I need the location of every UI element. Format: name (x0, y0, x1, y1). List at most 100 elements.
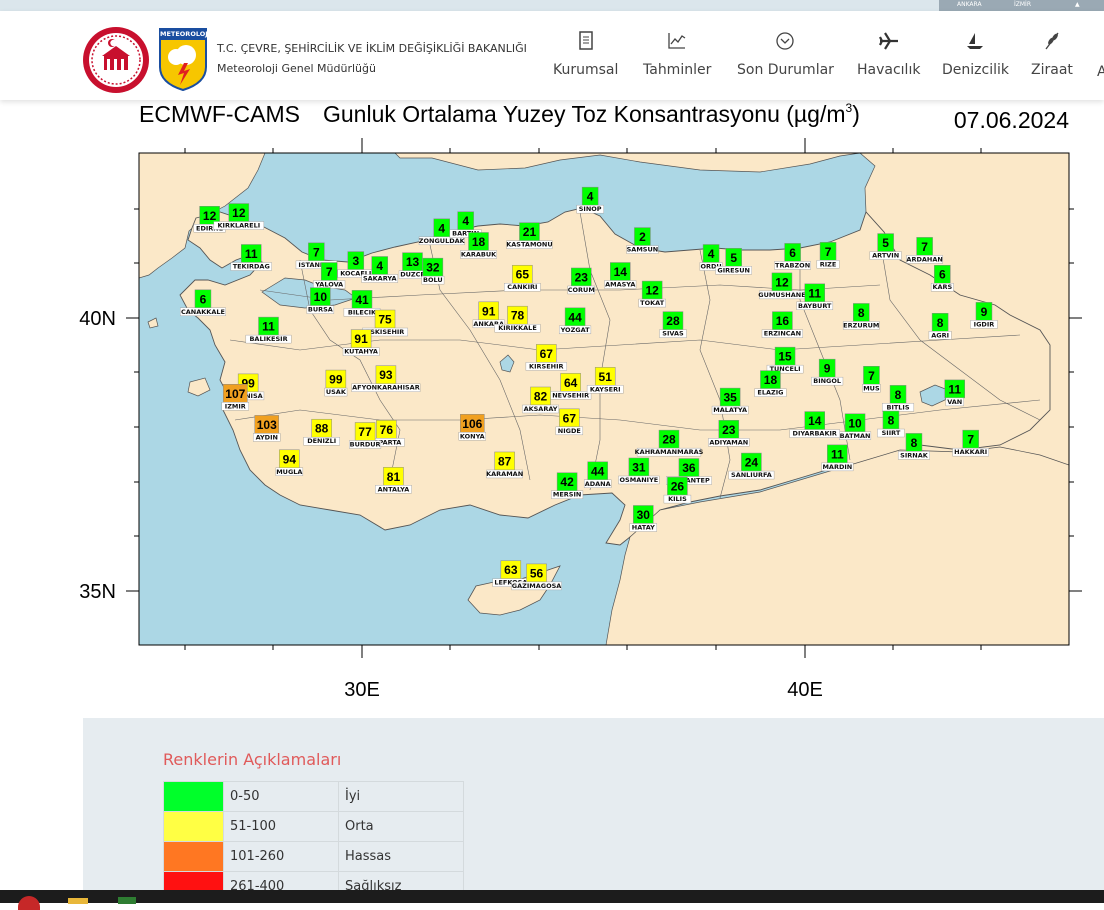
station-value: 106 (462, 417, 482, 431)
station-name: MERSIN (553, 491, 581, 499)
station-name: BITLIS (886, 403, 909, 411)
station-value: 21 (523, 225, 537, 239)
nav-havacilik[interactable]: Havacılık (857, 30, 920, 78)
station-name: CANKIRI (507, 283, 537, 291)
station-name: ARDAHAN (906, 255, 942, 263)
station-name: ESKISEHIR (366, 328, 405, 336)
ministry-seal-logo[interactable] (82, 26, 150, 94)
lon-label-30e: 30E (344, 679, 380, 701)
station-name: ELAZIG (757, 389, 783, 397)
legend-title: Renklerin Açıklamaları (163, 750, 342, 769)
nav-tahminler[interactable]: Tahminler (643, 30, 711, 78)
station-name: SAMSUN (627, 246, 659, 254)
map-source: ECMWF-CAMS (139, 101, 300, 127)
station-value: 11 (262, 320, 275, 334)
station-value: 15 (778, 350, 792, 364)
station-name: HATAY (632, 523, 655, 531)
station-value: 4 (376, 259, 383, 273)
nav-more[interactable]: A (1097, 64, 1104, 80)
station-name: KAHRAMANMARAS (635, 448, 704, 456)
station-value: 23 (722, 423, 736, 437)
station-agri: 8AGRI (928, 313, 952, 340)
station-name: OSMANIYE (620, 476, 659, 484)
station-aydin: 103AYDIN (253, 415, 281, 442)
station-name: NIGDE (558, 427, 581, 435)
station-tokat: 12TOKAT (638, 280, 666, 308)
station-value: 8 (911, 436, 918, 450)
nav-ziraat[interactable]: Ziraat (1031, 30, 1073, 78)
station-name: KARS (932, 283, 952, 291)
wheat-icon (1045, 32, 1059, 50)
station-value: 107 (225, 387, 245, 401)
station-value: 78 (511, 309, 525, 323)
station-name: SAKARYA (363, 275, 397, 283)
station-name: CORUM (568, 286, 595, 294)
station-name: IZMIR (225, 402, 246, 410)
logo-text: METEOROLOJİ (160, 30, 211, 38)
station-name: MALATYA (713, 406, 747, 414)
station-name: ARTVIN (872, 252, 899, 260)
station-name: AFYONKARAHISAR (352, 384, 420, 392)
station-value: 13 (406, 255, 420, 269)
station-value: 8 (888, 414, 895, 428)
map-title: Gunluk Ortalama Yuzey Toz Konsantrasyonu… (323, 101, 860, 127)
station-value: 93 (379, 368, 393, 382)
station-value: 8 (937, 316, 944, 330)
station-value: 31 (632, 460, 646, 474)
folder-icon[interactable] (68, 898, 88, 904)
nav-son-durumlar[interactable]: Son Durumlar (737, 30, 834, 78)
station-value: 23 (575, 270, 589, 284)
boat-icon (967, 33, 984, 49)
station-name: AGRI (931, 331, 949, 339)
station-name: AYDIN (256, 433, 278, 441)
station-kilis: 26KILIS (663, 476, 692, 504)
station-value: 63 (504, 563, 518, 577)
station-name: YALOVA (314, 281, 343, 289)
start-button-icon[interactable] (18, 896, 40, 910)
station-value: 91 (482, 304, 496, 318)
lon-label-40e: 40E (787, 679, 823, 701)
station-name: VAN (947, 398, 962, 406)
station-name: KIRSEHIR (529, 362, 563, 370)
city-shortcut-ankara[interactable]: ANKARA (957, 0, 982, 9)
station-value: 65 (516, 268, 530, 282)
station-name: MUS (863, 384, 880, 392)
station-name: DENIZLI (307, 437, 336, 445)
station-value: 14 (808, 414, 822, 428)
legend-swatch-moderate (163, 811, 224, 842)
station-value: 11 (245, 247, 258, 261)
document-icon (578, 31, 593, 50)
legend-swatch-good (163, 781, 224, 812)
station-value: 4 (708, 247, 715, 261)
station-value: 99 (329, 373, 343, 387)
station-name: TOKAT (640, 299, 665, 307)
chart-icon (668, 33, 686, 49)
station-value: 4 (462, 214, 469, 228)
nav-kurumsal[interactable]: Kurumsal (553, 30, 618, 78)
station-value: 18 (764, 373, 778, 387)
station-value: 5 (730, 251, 737, 265)
station-value: 44 (568, 310, 582, 324)
station-value: 94 (283, 452, 297, 466)
station-name: AKSARAY (524, 405, 558, 413)
station-value: 9 (824, 362, 831, 376)
station-name: DIYARBAKIR (793, 430, 837, 438)
nav-ziraat-label: Ziraat (1031, 62, 1073, 78)
station-rize: 7RIZE (816, 242, 840, 269)
station-bolu: 32BOLU (421, 257, 445, 285)
station-value: 12 (775, 275, 789, 289)
station-value: 14 (614, 265, 628, 279)
legend-row: 101-260 Hassas (163, 841, 464, 872)
station-name: TEKIRDAG (233, 262, 270, 270)
station-name: KIRKLARELI (218, 222, 261, 230)
station-value: 32 (426, 261, 440, 275)
station-name: KASTAMONU (506, 241, 552, 249)
nav-denizcilik[interactable]: Denizcilik (942, 30, 1009, 78)
station-name: ERZURUM (843, 321, 879, 329)
station-name: BURSA (308, 306, 333, 314)
legend-range: 51-100 (223, 811, 339, 842)
user-icon[interactable]: ▲ (1075, 0, 1080, 9)
legend-description: İyi (338, 781, 464, 812)
station-usak: 99USAK (324, 369, 348, 397)
city-shortcut-izmir[interactable]: İZMİR (1014, 0, 1031, 9)
